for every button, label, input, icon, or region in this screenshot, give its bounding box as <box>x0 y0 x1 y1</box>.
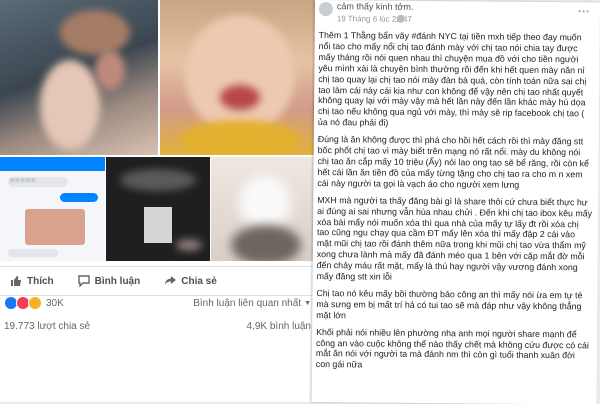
share-button[interactable]: Chia sẻ <box>164 275 217 287</box>
post-paragraph-5: Khối phải nói nhiều lên phường nha anh m… <box>315 326 589 370</box>
post-paragraph-1: Thêm 1 Thằng bẩn vãy #đánh NYC tại tiền … <box>317 30 587 128</box>
comment-label: Bình luận <box>94 275 141 287</box>
photo-dark-text-blur <box>120 169 196 191</box>
comment-sort-label: Bình luận liên quan nhất <box>193 297 302 309</box>
feeling-label: cảm thấy kinh tởm. <box>336 1 414 12</box>
photo-face2-blur <box>185 15 295 135</box>
reaction-summary-row: 30K Bình luận liên quan nhất ▼ <box>0 295 315 311</box>
chat-blurred-name: ●●●●● <box>10 177 37 184</box>
photo-girl-hair-injury[interactable] <box>0 0 158 155</box>
chat-photo-thumb <box>25 209 85 245</box>
photo-post-panel: ●●●●● Thích Bình luận Chia sẻ 30K Bình l… <box>0 0 315 402</box>
photo-hair-blur <box>60 10 130 55</box>
like-icon <box>11 276 21 286</box>
reaction-count[interactable]: 30K <box>46 298 64 309</box>
photo-man-shirt-blur <box>231 225 301 261</box>
comment-count[interactable]: 4,9K bình luận <box>247 321 312 332</box>
comment-sort-dropdown[interactable]: Bình luận liên quan nhất ▼ <box>193 298 311 309</box>
reaction-icons[interactable] <box>4 296 42 310</box>
privacy-icon <box>396 14 405 23</box>
chat-bubble-gray-2 <box>8 249 58 257</box>
post-paragraph-3: MXH mà người ta thấy đăng bài gì là shar… <box>316 194 593 282</box>
share-icon <box>165 276 177 285</box>
post-options-icon[interactable]: ··· <box>578 4 590 18</box>
comment-icon <box>77 275 90 287</box>
text-post-panel: cảm thấy kinh tởm. 19 Tháng 6 lúc 22:47 … <box>311 0 600 404</box>
post-paragraph-2: Đúng là ăn không được thì phá cho hồi hế… <box>317 134 590 190</box>
messenger-header-bar <box>0 157 105 171</box>
photo-dark-blur2 <box>176 239 202 251</box>
comment-button[interactable]: Bình luận <box>77 275 141 287</box>
post-actions-bar: Thích Bình luận Chia sẻ <box>0 266 315 296</box>
photo-man-face-blur <box>239 175 291 231</box>
photo-wound-blur <box>220 85 260 110</box>
photo-face-blur <box>40 60 100 150</box>
like-label: Thích <box>27 275 54 287</box>
photo-injury-blur <box>95 50 125 90</box>
avatar[interactable] <box>318 2 333 17</box>
chat-bubble-blue <box>60 193 98 202</box>
post-stats-row: 19.773 lượt chia sẻ 4,9K bình luận <box>0 318 315 334</box>
photo-dark-inset <box>144 207 172 243</box>
share-label: Chia sẻ <box>181 275 217 287</box>
like-button[interactable]: Thích <box>10 275 54 287</box>
dropdown-icon: ▼ <box>304 299 311 307</box>
photo-man-portrait[interactable] <box>211 157 315 261</box>
photo-messenger-screenshot[interactable]: ●●●●● <box>0 157 105 261</box>
share-count[interactable]: 19.773 lượt chia sẻ <box>4 321 90 332</box>
post-body: Thêm 1 Thằng bẩn vãy #đánh NYC tại tiền … <box>316 30 594 379</box>
photo-girl-bleeding-face[interactable] <box>160 0 315 155</box>
photo-dark-screenshot[interactable] <box>106 157 210 261</box>
photo-shirt-blur <box>180 120 300 155</box>
post-header: cảm thấy kinh tởm. 19 Tháng 6 lúc 22:47 … <box>315 0 600 28</box>
post-paragraph-4: Chị tao nó kêu mấy bồi thường báo công a… <box>316 287 583 321</box>
haha-reaction-icon <box>28 296 42 310</box>
